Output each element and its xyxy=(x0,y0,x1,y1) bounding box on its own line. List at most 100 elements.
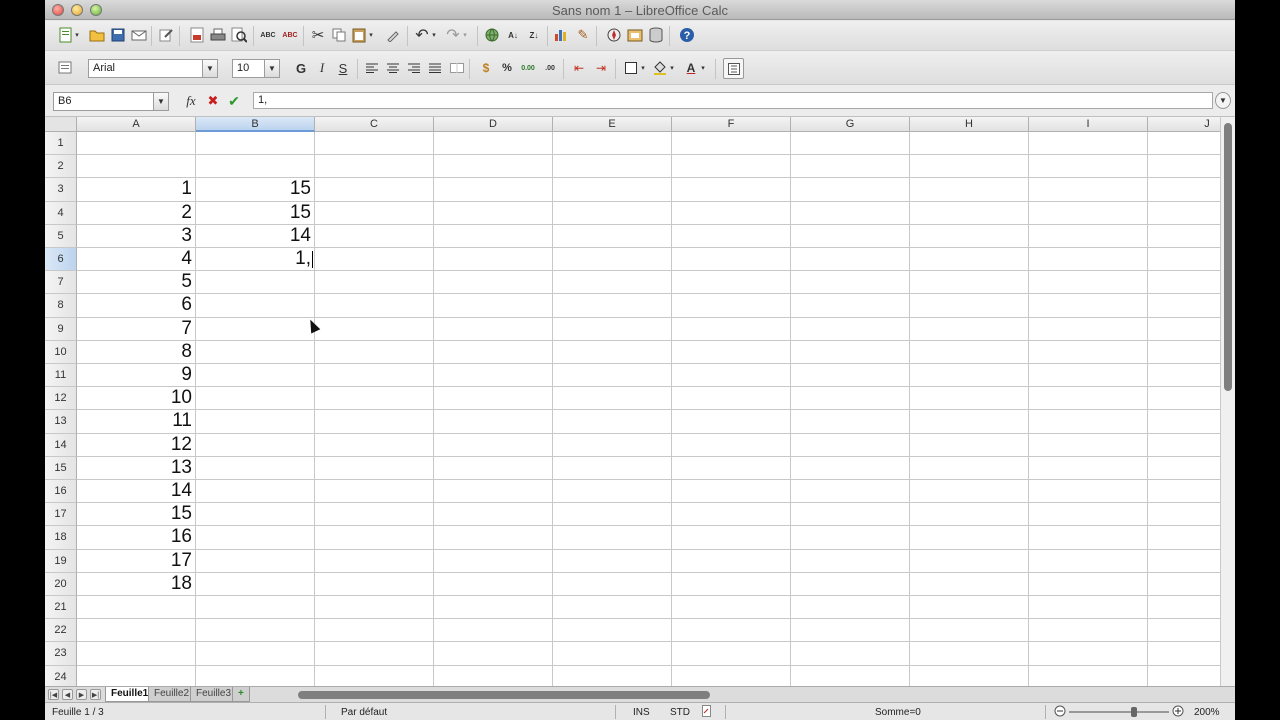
row-header-1[interactable]: 1 xyxy=(45,132,77,156)
cell-a7[interactable]: 5 xyxy=(77,271,195,294)
align-center-icon[interactable] xyxy=(384,59,402,77)
pdf-icon[interactable] xyxy=(188,26,206,44)
row-header-3[interactable]: 3 xyxy=(45,178,77,202)
cell-a20[interactable]: 18 xyxy=(77,573,195,596)
cell-b6[interactable]: 1, xyxy=(196,248,314,271)
clone-icon[interactable] xyxy=(384,26,402,44)
datasource-icon[interactable] xyxy=(647,26,665,44)
increase-indent-icon[interactable]: ⇥ xyxy=(592,59,610,77)
cell-a15[interactable]: 13 xyxy=(77,457,195,480)
row-header-12[interactable]: 12 xyxy=(45,387,77,411)
gallery-icon[interactable] xyxy=(626,26,644,44)
cell-a8[interactable]: 6 xyxy=(77,294,195,317)
column-header-b[interactable]: B xyxy=(196,117,315,132)
save-icon[interactable] xyxy=(109,26,127,44)
hyperlink-icon[interactable] xyxy=(483,26,501,44)
horizontal-scroll-thumb[interactable] xyxy=(298,691,710,699)
row-header-24[interactable]: 24 xyxy=(45,665,77,686)
cell-a12[interactable]: 10 xyxy=(77,387,195,410)
cell-a9[interactable]: 7 xyxy=(77,318,195,341)
row-header-11[interactable]: 11 xyxy=(45,364,77,388)
vertical-scroll-thumb[interactable] xyxy=(1224,123,1232,391)
insert-mode[interactable]: INS xyxy=(633,707,650,718)
cell-a11[interactable]: 9 xyxy=(77,364,195,387)
chevron-down-icon[interactable]: ▾ xyxy=(699,59,707,77)
zoom-out-icon[interactable] xyxy=(1054,705,1066,720)
cell-a18[interactable]: 16 xyxy=(77,526,195,549)
cell-a17[interactable]: 15 xyxy=(77,503,195,526)
cancel-icon[interactable]: ✖ xyxy=(204,92,222,110)
standard-format-icon[interactable]: 0.00 xyxy=(519,59,537,77)
selection-mode[interactable]: STD xyxy=(670,707,690,718)
preview-icon[interactable] xyxy=(230,26,248,44)
select-all-corner[interactable] xyxy=(45,117,77,132)
cell-a14[interactable]: 12 xyxy=(77,434,195,457)
email-icon[interactable] xyxy=(130,26,148,44)
zoom-level[interactable]: 200% xyxy=(1194,707,1220,718)
copy-icon[interactable] xyxy=(330,26,348,44)
row-header-16[interactable]: 16 xyxy=(45,480,77,504)
page-style[interactable]: Par défaut xyxy=(341,707,387,718)
column-header-c[interactable]: C xyxy=(315,117,434,132)
row-header-17[interactable]: 17 xyxy=(45,503,77,527)
navigator-icon[interactable] xyxy=(605,26,623,44)
font-size-box[interactable]: 10 ▼ xyxy=(232,59,280,78)
column-header-h[interactable]: H xyxy=(910,117,1029,132)
chevron-down-icon[interactable]: ▾ xyxy=(430,26,438,44)
sort-desc-icon[interactable]: Z↓ xyxy=(525,26,543,44)
borders-icon[interactable] xyxy=(622,59,640,77)
autospell-icon[interactable]: ABC xyxy=(281,26,299,44)
cell-a13[interactable]: 11 xyxy=(77,410,195,433)
add-decimal-icon[interactable]: .00 xyxy=(541,59,559,77)
toolbar-options-icon[interactable] xyxy=(723,58,744,79)
background-color-icon[interactable] xyxy=(651,59,669,77)
cell-a3[interactable]: 1 xyxy=(77,178,195,201)
row-header-10[interactable]: 10 xyxy=(45,340,77,364)
chevron-down-icon[interactable]: ▾ xyxy=(367,26,375,44)
function-wizard-icon[interactable]: fx xyxy=(182,92,200,110)
align-left-icon[interactable] xyxy=(363,59,381,77)
cell-a4[interactable]: 2 xyxy=(77,202,195,225)
cell-a10[interactable]: 8 xyxy=(77,341,195,364)
tab-feuille3[interactable]: Feuille3 xyxy=(190,687,238,702)
zoom-slider-thumb[interactable] xyxy=(1131,707,1137,717)
justify-icon[interactable] xyxy=(426,59,444,77)
row-header-19[interactable]: 19 xyxy=(45,549,77,573)
row-header-13[interactable]: 13 xyxy=(45,410,77,434)
first-sheet-icon[interactable]: |◀ xyxy=(48,689,59,700)
column-header-i[interactable]: I xyxy=(1029,117,1148,132)
last-sheet-icon[interactable]: ▶| xyxy=(90,689,101,700)
row-header-18[interactable]: 18 xyxy=(45,526,77,550)
chevron-down-icon[interactable]: ▼ xyxy=(264,60,279,77)
column-header-g[interactable]: G xyxy=(791,117,910,132)
column-header-j[interactable]: J xyxy=(1148,117,1220,132)
column-header-d[interactable]: D xyxy=(434,117,553,132)
chart-icon[interactable] xyxy=(553,26,571,44)
row-header-2[interactable]: 2 xyxy=(45,155,77,179)
chevron-down-icon[interactable]: ▾ xyxy=(461,26,469,44)
row-header-23[interactable]: 23 xyxy=(45,642,77,666)
formula-input[interactable]: 1, xyxy=(253,92,1213,109)
decrease-indent-icon[interactable]: ⇤ xyxy=(570,59,588,77)
open-icon[interactable] xyxy=(88,26,106,44)
row-header-6[interactable]: 6 xyxy=(45,248,77,272)
cell-a6[interactable]: 4 xyxy=(77,248,195,271)
zoom-slider[interactable] xyxy=(1069,711,1169,713)
cell-b3[interactable]: 15 xyxy=(196,178,314,201)
currency-icon[interactable]: $ xyxy=(477,59,495,77)
font-color-icon[interactable]: A xyxy=(682,59,700,77)
row-header-20[interactable]: 20 xyxy=(45,572,77,596)
cell-a16[interactable]: 14 xyxy=(77,480,195,503)
chevron-down-icon[interactable]: ▾ xyxy=(73,26,81,44)
prev-sheet-icon[interactable]: ◀ xyxy=(62,689,73,700)
column-header-f[interactable]: F xyxy=(672,117,791,132)
column-header-a[interactable]: A xyxy=(77,117,196,132)
expand-formula-icon[interactable]: ▼ xyxy=(1215,92,1231,109)
column-header-e[interactable]: E xyxy=(553,117,672,132)
vertical-scrollbar[interactable] xyxy=(1220,117,1235,686)
row-header-22[interactable]: 22 xyxy=(45,619,77,643)
row-header-4[interactable]: 4 xyxy=(45,201,77,225)
row-header-5[interactable]: 5 xyxy=(45,224,77,248)
edit-icon[interactable] xyxy=(157,26,175,44)
bold-button[interactable]: G xyxy=(292,59,310,77)
